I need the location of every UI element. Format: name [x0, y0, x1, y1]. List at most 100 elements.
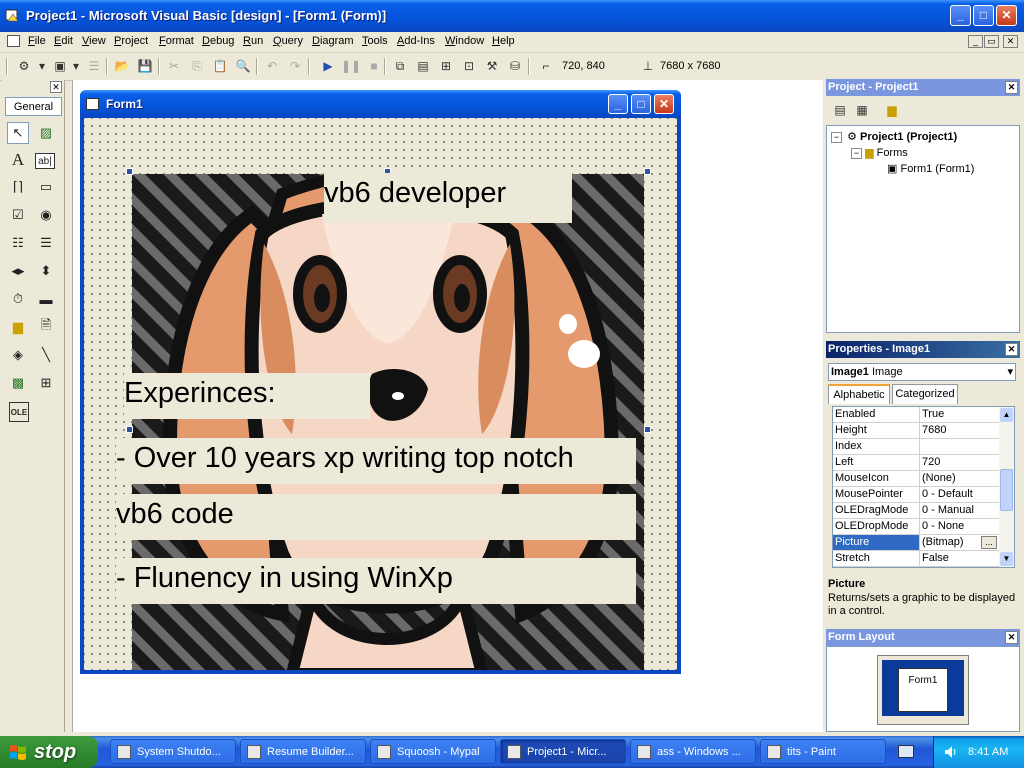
form-system-menu-icon[interactable]: [7, 35, 20, 47]
ellipsis-button[interactable]: ...: [981, 536, 997, 549]
keyboard-icon[interactable]: [898, 745, 914, 758]
dirlistbox-tool-icon[interactable]: ▆: [7, 316, 29, 338]
menu-edit[interactable]: Edit: [54, 35, 73, 47]
toolbox-general-tab[interactable]: General: [5, 97, 62, 116]
mdi-close-button[interactable]: ✕: [1003, 35, 1018, 48]
tree-form1-node[interactable]: ▣ Form1 (Form1): [887, 162, 974, 175]
property-row[interactable]: Left 720: [833, 455, 1000, 471]
menu-project[interactable]: Project: [114, 35, 148, 47]
properties-panel-close-button[interactable]: ✕: [1005, 343, 1018, 356]
property-value[interactable]: (None): [919, 471, 1000, 486]
resize-handle[interactable]: [644, 168, 651, 175]
add-project-icon[interactable]: ⚙: [14, 57, 34, 75]
textbox-tool-icon[interactable]: ab|: [35, 153, 55, 169]
property-row-selected[interactable]: Picture (Bitmap) ...: [833, 535, 1000, 551]
open-folder-icon[interactable]: 📂: [112, 57, 132, 75]
undo-icon[interactable]: ↶: [262, 57, 282, 75]
maximize-button[interactable]: □: [973, 5, 994, 26]
volume-icon[interactable]: [944, 745, 958, 759]
menu-add-ins[interactable]: Add-Ins: [397, 35, 435, 47]
taskbar-button-resume-builder[interactable]: Resume Builder...: [240, 739, 366, 764]
image-tool-icon[interactable]: ▩: [7, 372, 29, 394]
taskbar-button-squoosh[interactable]: Squoosh - Mypal: [370, 739, 496, 764]
picturebox-tool-icon[interactable]: ▨: [35, 122, 57, 144]
clock[interactable]: 8:41 AM: [968, 746, 1008, 758]
label-title[interactable]: vb6 developer: [324, 173, 572, 223]
property-value[interactable]: 0 - Manual: [919, 503, 1000, 518]
property-value[interactable]: 0 - Default: [919, 487, 1000, 502]
project-panel-close-button[interactable]: ✕: [1005, 81, 1018, 94]
form-layout-icon[interactable]: ⊞: [436, 57, 456, 75]
mdi-restore-button[interactable]: ▭: [984, 35, 999, 48]
form-preview[interactable]: Form1: [898, 668, 948, 712]
chevron-down-icon[interactable]: ▾: [36, 57, 48, 75]
main-title-bar[interactable]: Project1 - Microsoft Visual Basic [desig…: [0, 0, 1024, 32]
checkbox-tool-icon[interactable]: ☑: [7, 204, 29, 226]
data-tool-icon[interactable]: ⊞: [35, 372, 57, 394]
collapse-icon[interactable]: −: [831, 132, 842, 143]
commandbutton-tool-icon[interactable]: ▭: [35, 176, 57, 198]
menu-window[interactable]: Window: [445, 35, 484, 47]
pointer-tool-icon[interactable]: ↖: [7, 122, 29, 144]
taskbar-button-paint[interactable]: tits - Paint: [760, 739, 886, 764]
shape-tool-icon[interactable]: ◈: [7, 344, 29, 366]
form-minimize-button[interactable]: _: [608, 94, 628, 114]
menu-run[interactable]: Run: [243, 35, 263, 47]
tree-forms-node[interactable]: − ▆ Forms: [851, 146, 908, 159]
property-row[interactable]: MouseIcon (None): [833, 471, 1000, 487]
property-value[interactable]: 720: [919, 455, 1000, 470]
close-button[interactable]: ✕: [996, 5, 1017, 26]
view-object-icon[interactable]: ▦: [852, 101, 872, 119]
menu-tools[interactable]: Tools: [362, 35, 388, 47]
hscrollbar-tool-icon[interactable]: ◂▸: [7, 260, 29, 282]
label-line2[interactable]: vb6 code: [116, 494, 636, 540]
properties-scrollbar[interactable]: ▲ ▼: [999, 407, 1014, 567]
start-icon[interactable]: ▶: [318, 57, 338, 75]
property-row[interactable]: MousePointer 0 - Default: [833, 487, 1000, 503]
stop-icon[interactable]: ■: [364, 57, 384, 75]
filelistbox-tool-icon[interactable]: 🗎: [35, 316, 57, 338]
project-explorer-icon[interactable]: ⧉: [390, 57, 410, 75]
properties-panel-header[interactable]: Properties - Image1 ✕: [826, 341, 1020, 358]
tab-categorized[interactable]: Categorized: [892, 384, 958, 404]
property-row[interactable]: OLEDropMode 0 - None: [833, 519, 1000, 535]
form-close-button[interactable]: ✕: [654, 94, 674, 114]
redo-icon[interactable]: ↷: [285, 57, 305, 75]
project-panel-header[interactable]: Project - Project1 ✕: [826, 79, 1020, 96]
timer-tool-icon[interactable]: ⏱: [7, 288, 29, 310]
pause-icon[interactable]: ❚❚: [341, 57, 361, 75]
view-code-icon[interactable]: ▤: [830, 101, 850, 119]
form1-client-area[interactable]: vb6 developer Experinces: - Over 10 year…: [84, 118, 677, 670]
resize-handle[interactable]: [126, 168, 133, 175]
menu-debug[interactable]: Debug: [202, 35, 234, 47]
property-value[interactable]: [919, 439, 1000, 454]
taskbar-button-project1[interactable]: Project1 - Micr...: [500, 739, 626, 764]
form-maximize-button[interactable]: □: [631, 94, 651, 114]
property-row[interactable]: Height 7680: [833, 423, 1000, 439]
vscrollbar-tool-icon[interactable]: ⬍: [35, 260, 57, 282]
menu-help[interactable]: Help: [492, 35, 515, 47]
property-value[interactable]: False: [919, 551, 1000, 566]
menu-query[interactable]: Query: [273, 35, 303, 47]
menu-editor-icon[interactable]: ☰: [84, 57, 104, 75]
ole-tool-icon[interactable]: OLE: [9, 402, 29, 422]
object-browser-icon[interactable]: ⊡: [459, 57, 479, 75]
collapse-icon[interactable]: −: [851, 148, 862, 159]
frame-tool-icon[interactable]: ⌈⌉: [7, 176, 29, 198]
resize-handle[interactable]: [126, 426, 133, 433]
tree-root-node[interactable]: − ⚙ Project1 (Project1): [831, 130, 957, 143]
chevron-down-icon[interactable]: ▾: [70, 57, 82, 75]
menu-diagram[interactable]: Diagram: [312, 35, 354, 47]
tab-alphabetic[interactable]: Alphabetic: [828, 384, 890, 404]
form1-title-bar[interactable]: Form1 _ □ ✕: [80, 90, 681, 118]
menu-format[interactable]: Format: [159, 35, 194, 47]
property-row[interactable]: Enabled True: [833, 407, 1000, 423]
label-tool-icon[interactable]: A: [7, 149, 29, 171]
mdi-minimize-button[interactable]: _: [968, 35, 983, 48]
toolbox-close-button[interactable]: ✕: [50, 81, 62, 93]
label-experiences[interactable]: Experinces:: [124, 373, 370, 419]
property-row[interactable]: Stretch False: [833, 551, 1000, 567]
property-value[interactable]: True: [919, 407, 1000, 422]
minimize-button[interactable]: _: [950, 5, 971, 26]
property-value[interactable]: 0 - None: [919, 519, 1000, 534]
